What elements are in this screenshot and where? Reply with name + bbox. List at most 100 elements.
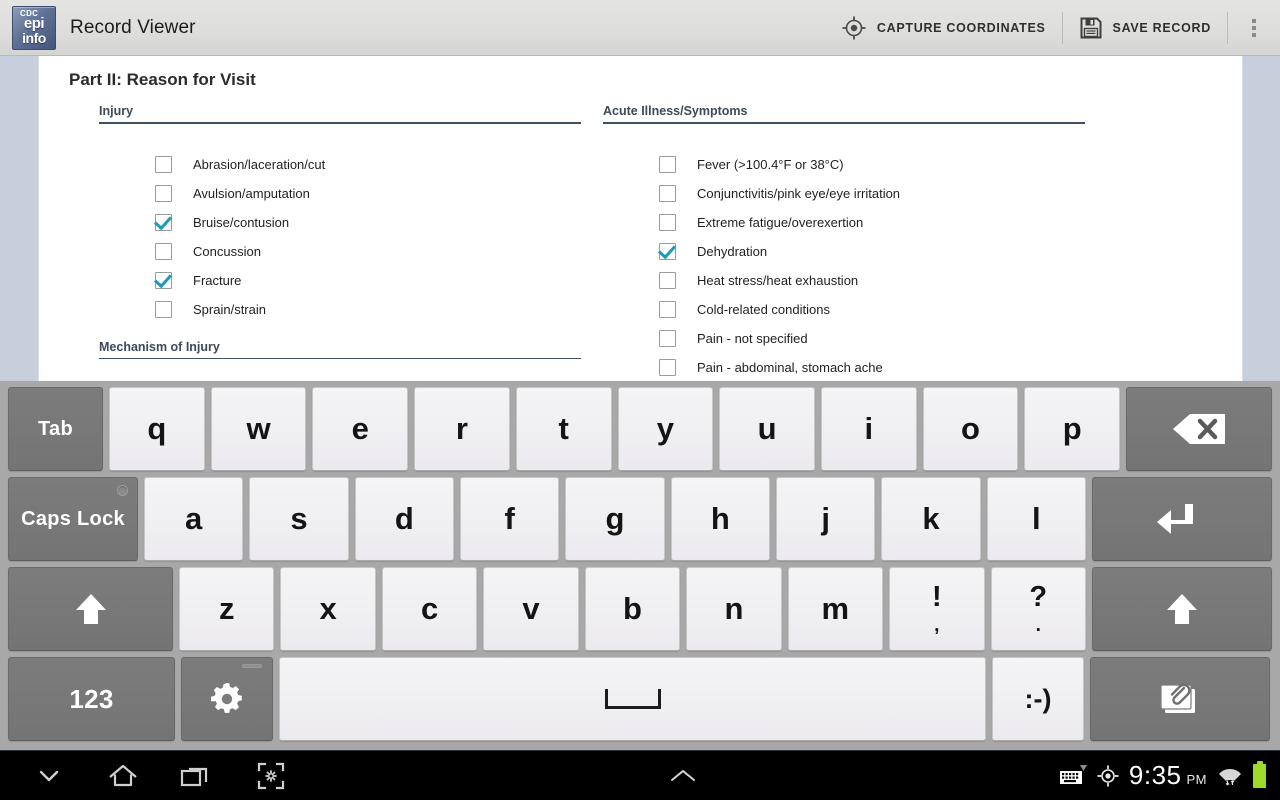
key-label: h <box>710 501 730 536</box>
save-record-button[interactable]: SAVE RECORD <box>1063 0 1227 56</box>
checkbox-concussion[interactable] <box>155 242 172 260</box>
checkbox-heat-stress[interactable] <box>659 271 676 289</box>
keyboard-indicator-icon[interactable] <box>1059 764 1087 788</box>
checkbox-row-conjunctivitis[interactable]: Conjunctivitis/pink eye/eye irritation <box>659 179 1085 208</box>
key-e[interactable]: e <box>312 387 409 471</box>
key-h[interactable]: h <box>670 477 770 561</box>
key-numbers-123[interactable]: 123 <box>8 657 175 741</box>
key-enter[interactable] <box>1091 477 1272 561</box>
checkbox-pain-abdominal[interactable] <box>659 358 676 376</box>
key-c[interactable]: c <box>381 567 478 651</box>
key-label: f <box>504 501 515 536</box>
on-screen-keyboard: Tab q w e r t y u i o p Caps Lock a s d … <box>0 381 1280 750</box>
checkbox-row-fracture[interactable]: Fracture <box>155 266 581 295</box>
key-v[interactable]: v <box>483 567 579 651</box>
checkbox-row-heat-stress[interactable]: Heat stress/heat exhaustion <box>659 266 1085 295</box>
overflow-menu-button[interactable] <box>1228 0 1280 56</box>
capture-coordinates-button[interactable]: CAPTURE COORDINATES <box>825 0 1062 56</box>
key-question-period[interactable]: ? . <box>990 567 1086 651</box>
gear-icon <box>207 679 247 719</box>
checkbox-row-abrasion[interactable]: Abrasion/laceration/cut <box>155 150 581 179</box>
key-b[interactable]: b <box>584 567 681 651</box>
key-label: j <box>821 501 830 536</box>
checkbox-avulsion[interactable] <box>155 184 172 202</box>
key-p[interactable]: p <box>1024 387 1121 471</box>
key-s[interactable]: s <box>249 477 349 561</box>
key-r[interactable]: r <box>414 387 510 471</box>
checkbox-row-cold-related[interactable]: Cold-related conditions <box>659 295 1085 324</box>
checkbox-row-extreme-fatigue[interactable]: Extreme fatigue/overexertion <box>659 208 1085 237</box>
home-icon <box>107 761 139 791</box>
nav-home-button[interactable] <box>86 751 160 800</box>
checkbox-row-pain-abdominal[interactable]: Pain - abdominal, stomach ache <box>659 353 1085 382</box>
nav-recents-button[interactable] <box>160 751 234 800</box>
key-space[interactable] <box>279 657 986 741</box>
keyboard-row-4: 123 :-) <box>8 657 1272 741</box>
key-caps-lock[interactable]: Caps Lock <box>8 477 138 561</box>
key-label: u <box>757 411 777 446</box>
key-tab[interactable]: Tab <box>8 387 103 471</box>
checkbox-label: Concussion <box>193 243 261 259</box>
checkbox-extreme-fatigue[interactable] <box>659 213 676 231</box>
nav-expand-button[interactable] <box>308 766 1059 786</box>
checkbox-sprain[interactable] <box>155 300 172 318</box>
checkbox-label: Pain - not specified <box>697 330 808 346</box>
key-f[interactable]: f <box>459 477 560 561</box>
key-label: d <box>394 501 414 536</box>
key-l[interactable]: l <box>986 477 1086 561</box>
status-clock: 9:35 PM <box>1129 760 1207 791</box>
checkbox-row-sprain[interactable]: Sprain/strain <box>155 295 581 324</box>
key-settings[interactable] <box>181 657 273 741</box>
checkbox-row-fever[interactable]: Fever (>100.4°F or 38°C) <box>659 150 1085 179</box>
key-label: m <box>821 591 850 626</box>
checkbox-cold-related[interactable] <box>659 300 676 318</box>
checkbox-fracture[interactable] <box>155 271 172 289</box>
key-g[interactable]: g <box>565 477 665 561</box>
checkbox-row-avulsion[interactable]: Avulsion/amputation <box>155 179 581 208</box>
nav-back-button[interactable] <box>12 751 86 800</box>
key-attachment[interactable] <box>1090 657 1270 741</box>
checkbox-label: Conjunctivitis/pink eye/eye irritation <box>697 185 901 201</box>
key-x[interactable]: x <box>280 567 376 651</box>
key-primary-label: ! <box>931 581 942 613</box>
location-crosshair-icon <box>1097 765 1119 787</box>
key-shift-right[interactable] <box>1091 567 1272 651</box>
injury-checkbox-list: Abrasion/laceration/cut Avulsion/amputat… <box>99 124 581 324</box>
checkbox-label: Heat stress/heat exhaustion <box>697 272 859 288</box>
key-j[interactable]: j <box>775 477 876 561</box>
checkbox-pain-not-specified[interactable] <box>659 329 676 347</box>
key-exclamation-comma[interactable]: ! , <box>889 567 985 651</box>
key-shift-left[interactable] <box>8 567 173 651</box>
key-z[interactable]: z <box>179 567 275 651</box>
nav-screenshot-button[interactable] <box>234 751 308 800</box>
checkbox-conjunctivitis[interactable] <box>659 184 676 202</box>
app-title: Record Viewer <box>70 16 196 38</box>
key-w[interactable]: w <box>210 387 307 471</box>
page-title: Part II: Reason for Visit <box>69 70 256 89</box>
checkbox-bruise[interactable] <box>155 213 172 231</box>
key-label: 123 <box>69 683 114 714</box>
key-y[interactable]: y <box>617 387 714 471</box>
key-n[interactable]: n <box>686 567 782 651</box>
key-t[interactable]: t <box>515 387 612 471</box>
key-label: y <box>656 411 674 446</box>
epi-info-logo[interactable]: CDC epi info <box>12 5 56 50</box>
key-i[interactable]: i <box>820 387 917 471</box>
key-emoticon[interactable]: :-) <box>992 657 1084 741</box>
form-scroll-area[interactable]: Part II: Reason for Visit Injury Abrasio… <box>0 56 1280 381</box>
checkbox-row-dehydration[interactable]: Dehydration <box>659 237 1085 266</box>
key-o[interactable]: o <box>922 387 1019 471</box>
checkbox-abrasion[interactable] <box>155 155 172 173</box>
checkbox-fever[interactable] <box>659 155 676 173</box>
key-d[interactable]: d <box>354 477 454 561</box>
key-a[interactable]: a <box>144 477 244 561</box>
key-backspace[interactable] <box>1126 387 1273 471</box>
checkbox-row-pain-not-specified[interactable]: Pain - not specified <box>659 324 1085 353</box>
key-m[interactable]: m <box>787 567 884 651</box>
checkbox-row-bruise[interactable]: Bruise/contusion <box>155 208 581 237</box>
checkbox-row-concussion[interactable]: Concussion <box>155 237 581 266</box>
key-q[interactable]: q <box>109 387 205 471</box>
key-u[interactable]: u <box>719 387 815 471</box>
checkbox-dehydration[interactable] <box>659 242 676 260</box>
key-k[interactable]: k <box>881 477 981 561</box>
